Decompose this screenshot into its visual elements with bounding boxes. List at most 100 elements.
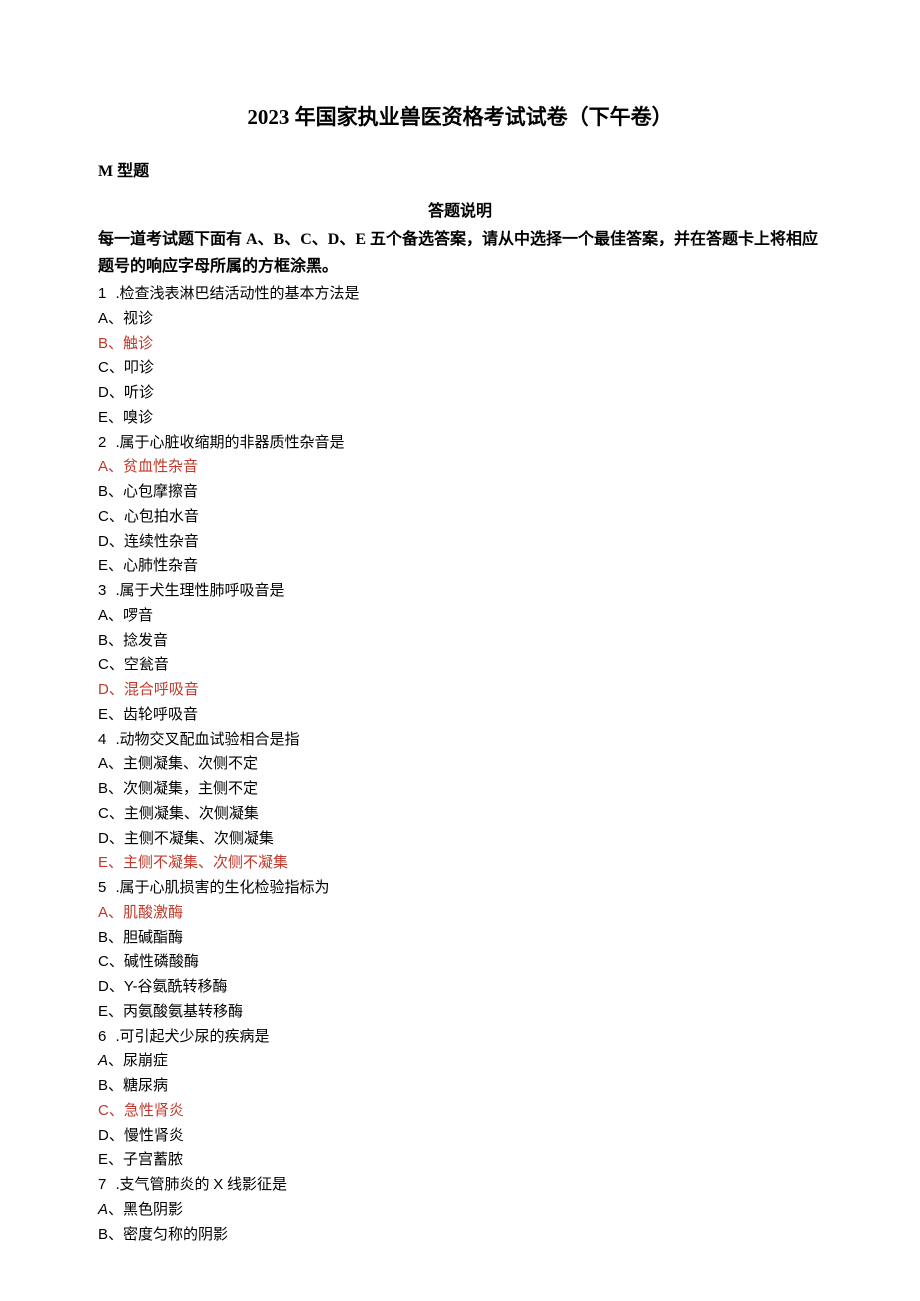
option-letter: A [98,1201,108,1218]
option-sep: 、 [109,360,124,376]
option-letter: C [98,508,109,525]
option-row: E、齿轮呼吸音 [98,703,822,728]
option-text: Y-谷氨酰转移酶 [124,979,228,995]
option-letter: A [98,458,108,475]
option-row: D、听诊 [98,381,822,406]
question-stem: 4 .动物交叉配血试验相合是指 [98,728,822,753]
option-row: C、叩诊 [98,356,822,381]
option-text: 空瓮音 [124,657,169,673]
option-sep: 、 [108,1004,123,1020]
option-text: 连续性杂音 [124,534,199,550]
option-text: 视诊 [123,311,153,327]
option-letter: E [98,854,108,871]
option-row: C、碱性磷酸酶 [98,950,822,975]
option-text: 啰音 [123,608,153,624]
section-type: M 型题 [98,159,822,185]
option-row: E、嗅诊 [98,406,822,431]
option-text: 丙氨酸氨基转移酶 [123,1004,243,1020]
questions-container: 1 .检查浅表淋巴结活动性的基本方法是A、视诊B、触诊C、叩诊D、听诊E、嗅诊2… [98,282,822,1247]
option-row: B、捻发音 [98,629,822,654]
option-text: 糖尿病 [123,1078,168,1094]
question-number: 3 [98,579,112,604]
option-text: 嗅诊 [123,410,153,426]
option-letter: D [98,978,109,995]
option-letter: B [98,1077,108,1094]
option-text: 心包拍水音 [124,509,199,525]
option-sep: 、 [108,633,123,649]
option-sep: 、 [108,1078,123,1094]
option-sep: 、 [109,1128,124,1144]
option-row: B、胆碱酯酶 [98,926,822,951]
option-letter: B [98,780,108,797]
option-sep: 、 [109,509,124,525]
option-letter: B [98,335,108,352]
option-row: A、视诊 [98,307,822,332]
question-stem: 1 .检查浅表淋巴结活动性的基本方法是 [98,282,822,307]
option-row: E、子宫蓄脓 [98,1148,822,1173]
option-sep: 、 [108,459,123,475]
option-letter: B [98,483,108,500]
option-text: 黑色阴影 [123,1202,183,1218]
question-text: .检查浅表淋巴结活动性的基本方法是 [116,286,360,302]
option-row: B、触诊 [98,332,822,357]
option-sep: 、 [109,534,124,550]
option-sep: 、 [109,682,124,698]
question-number: 4 [98,728,112,753]
option-row: A、尿崩症 [98,1049,822,1074]
option-row: C、急性肾炎 [98,1099,822,1124]
option-row: D、主侧不凝集、次侧凝集 [98,827,822,852]
question-stem: 6 .可引起犬少尿的疾病是 [98,1025,822,1050]
option-letter: A [98,310,108,327]
option-sep: 、 [108,608,123,624]
option-text: 主侧不凝集、次侧不凝集 [123,855,288,871]
option-row: C、空瓮音 [98,653,822,678]
question-number: 5 [98,876,112,901]
option-row: A、黑色阴影 [98,1198,822,1223]
page-title: 2023 年国家执业兽医资格考试试卷（下午卷） [98,100,822,135]
option-letter: D [98,533,109,550]
option-letter: E [98,1151,108,1168]
option-sep: 、 [108,930,123,946]
option-letter: E [98,557,108,574]
question-stem: 2 .属于心脏收缩期的非器质性杂音是 [98,431,822,456]
option-sep: 、 [109,385,124,401]
explain-header: 答题说明 [98,199,822,225]
option-letter: B [98,1226,108,1243]
option-sep: 、 [109,657,124,673]
option-sep: 、 [109,1103,124,1119]
option-letter: A [98,904,108,921]
option-row: A、主侧凝集、次侧不定 [98,752,822,777]
option-sep: 、 [108,311,123,327]
question-stem: 3 .属于犬生理性肺呼吸音是 [98,579,822,604]
option-sep: 、 [108,484,123,500]
option-text: 慢性肾炎 [124,1128,184,1144]
option-row: B、心包摩擦音 [98,480,822,505]
option-text: 子宫蓄脓 [123,1152,183,1168]
option-sep: 、 [108,1227,123,1243]
question-stem: 7 .支气管肺炎的 X 线影征是 [98,1173,822,1198]
option-row: B、糖尿病 [98,1074,822,1099]
option-row: A、肌酸激酶 [98,901,822,926]
option-sep: 、 [109,979,124,995]
option-text: 心包摩擦音 [123,484,198,500]
option-sep: 、 [109,806,124,822]
option-letter: A [98,607,108,624]
option-row: A、贫血性杂音 [98,455,822,480]
option-row: B、密度匀称的阴影 [98,1223,822,1248]
option-text: 密度匀称的阴影 [123,1227,228,1243]
question-stem: 5 .属于心肌损害的生化检验指标为 [98,876,822,901]
option-text: 尿崩症 [123,1053,168,1069]
option-sep: 、 [108,1053,123,1069]
option-row: E、丙氨酸氨基转移酶 [98,1000,822,1025]
option-sep: 、 [108,1202,123,1218]
option-row: D、Y-谷氨酰转移酶 [98,975,822,1000]
question-text: .属于犬生理性肺呼吸音是 [116,583,285,599]
option-letter: D [98,384,109,401]
option-sep: 、 [109,954,124,970]
option-letter: B [98,632,108,649]
option-sep: 、 [108,781,123,797]
option-text: 主侧不凝集、次侧凝集 [124,831,274,847]
option-letter: B [98,929,108,946]
option-sep: 、 [108,558,123,574]
option-letter: D [98,681,109,698]
